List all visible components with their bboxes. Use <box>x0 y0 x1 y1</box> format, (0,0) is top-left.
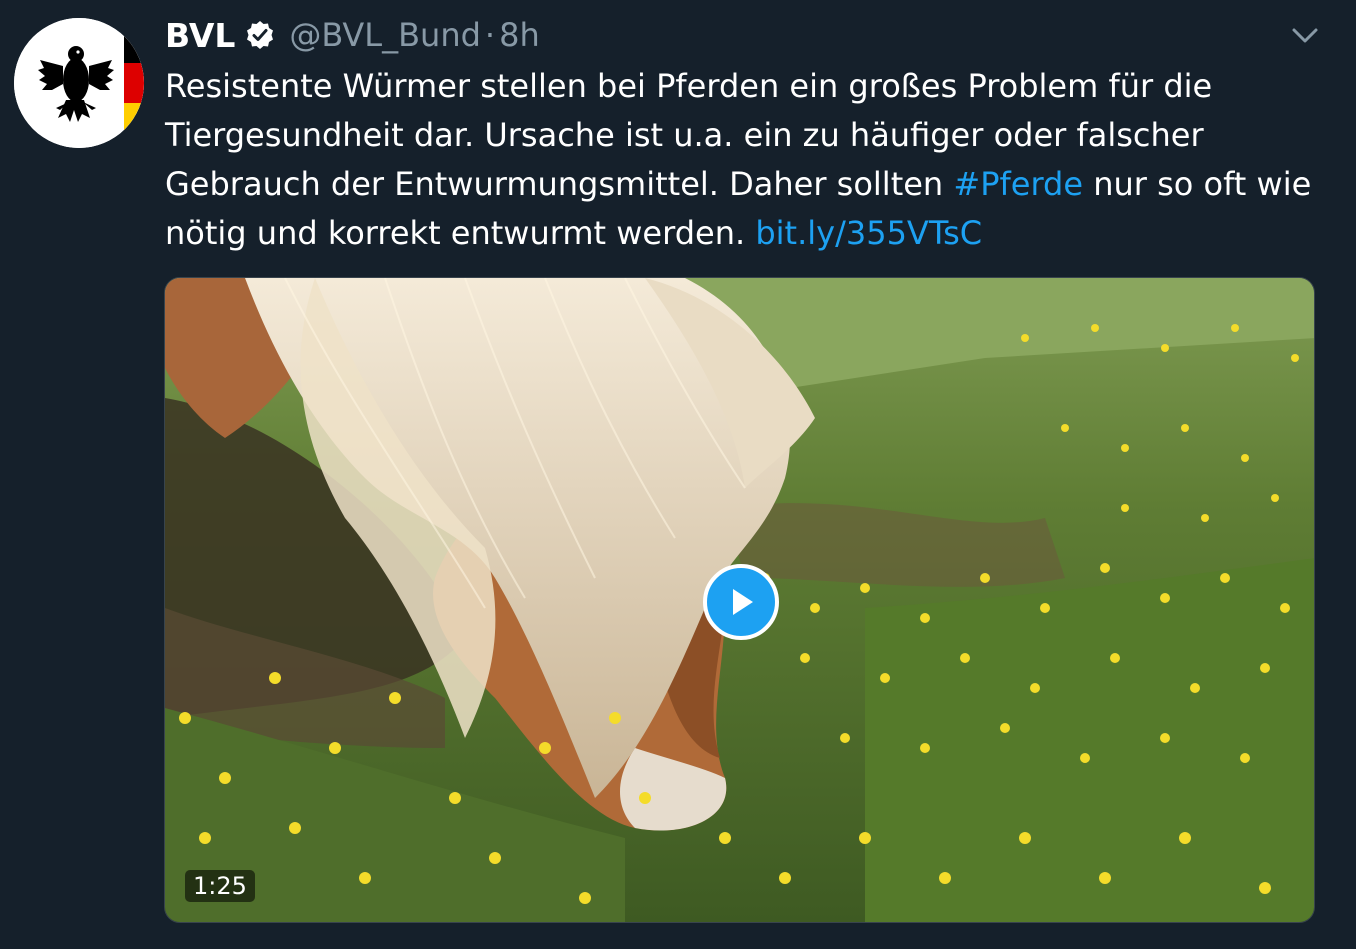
avatar[interactable] <box>14 18 144 148</box>
hashtag-link[interactable]: #Pferde <box>953 165 1083 203</box>
author-handle[interactable]: @BVL_Bund <box>289 16 481 54</box>
play-icon <box>733 589 753 615</box>
tweet-text: Resistente Würmer stellen bei Pferden ei… <box>165 62 1325 258</box>
play-button[interactable] <box>703 564 779 640</box>
video-duration: 1:25 <box>185 870 255 902</box>
federal-eagle-logo <box>14 18 144 148</box>
separator-dot: · <box>484 16 496 54</box>
tweet-timestamp[interactable]: 8h <box>499 16 540 54</box>
author-name[interactable]: BVL <box>165 16 235 55</box>
url-link[interactable]: bit.ly/355VTsC <box>755 214 982 252</box>
tweet[interactable]: BVL @BVL_Bund · 8h Resistente Würmer ste… <box>0 0 1356 949</box>
video-player[interactable]: 1:25 <box>164 277 1315 923</box>
tweet-header: BVL @BVL_Bund · 8h <box>165 12 540 58</box>
chevron-down-icon[interactable] <box>1290 22 1320 48</box>
verified-badge-icon <box>245 20 275 50</box>
